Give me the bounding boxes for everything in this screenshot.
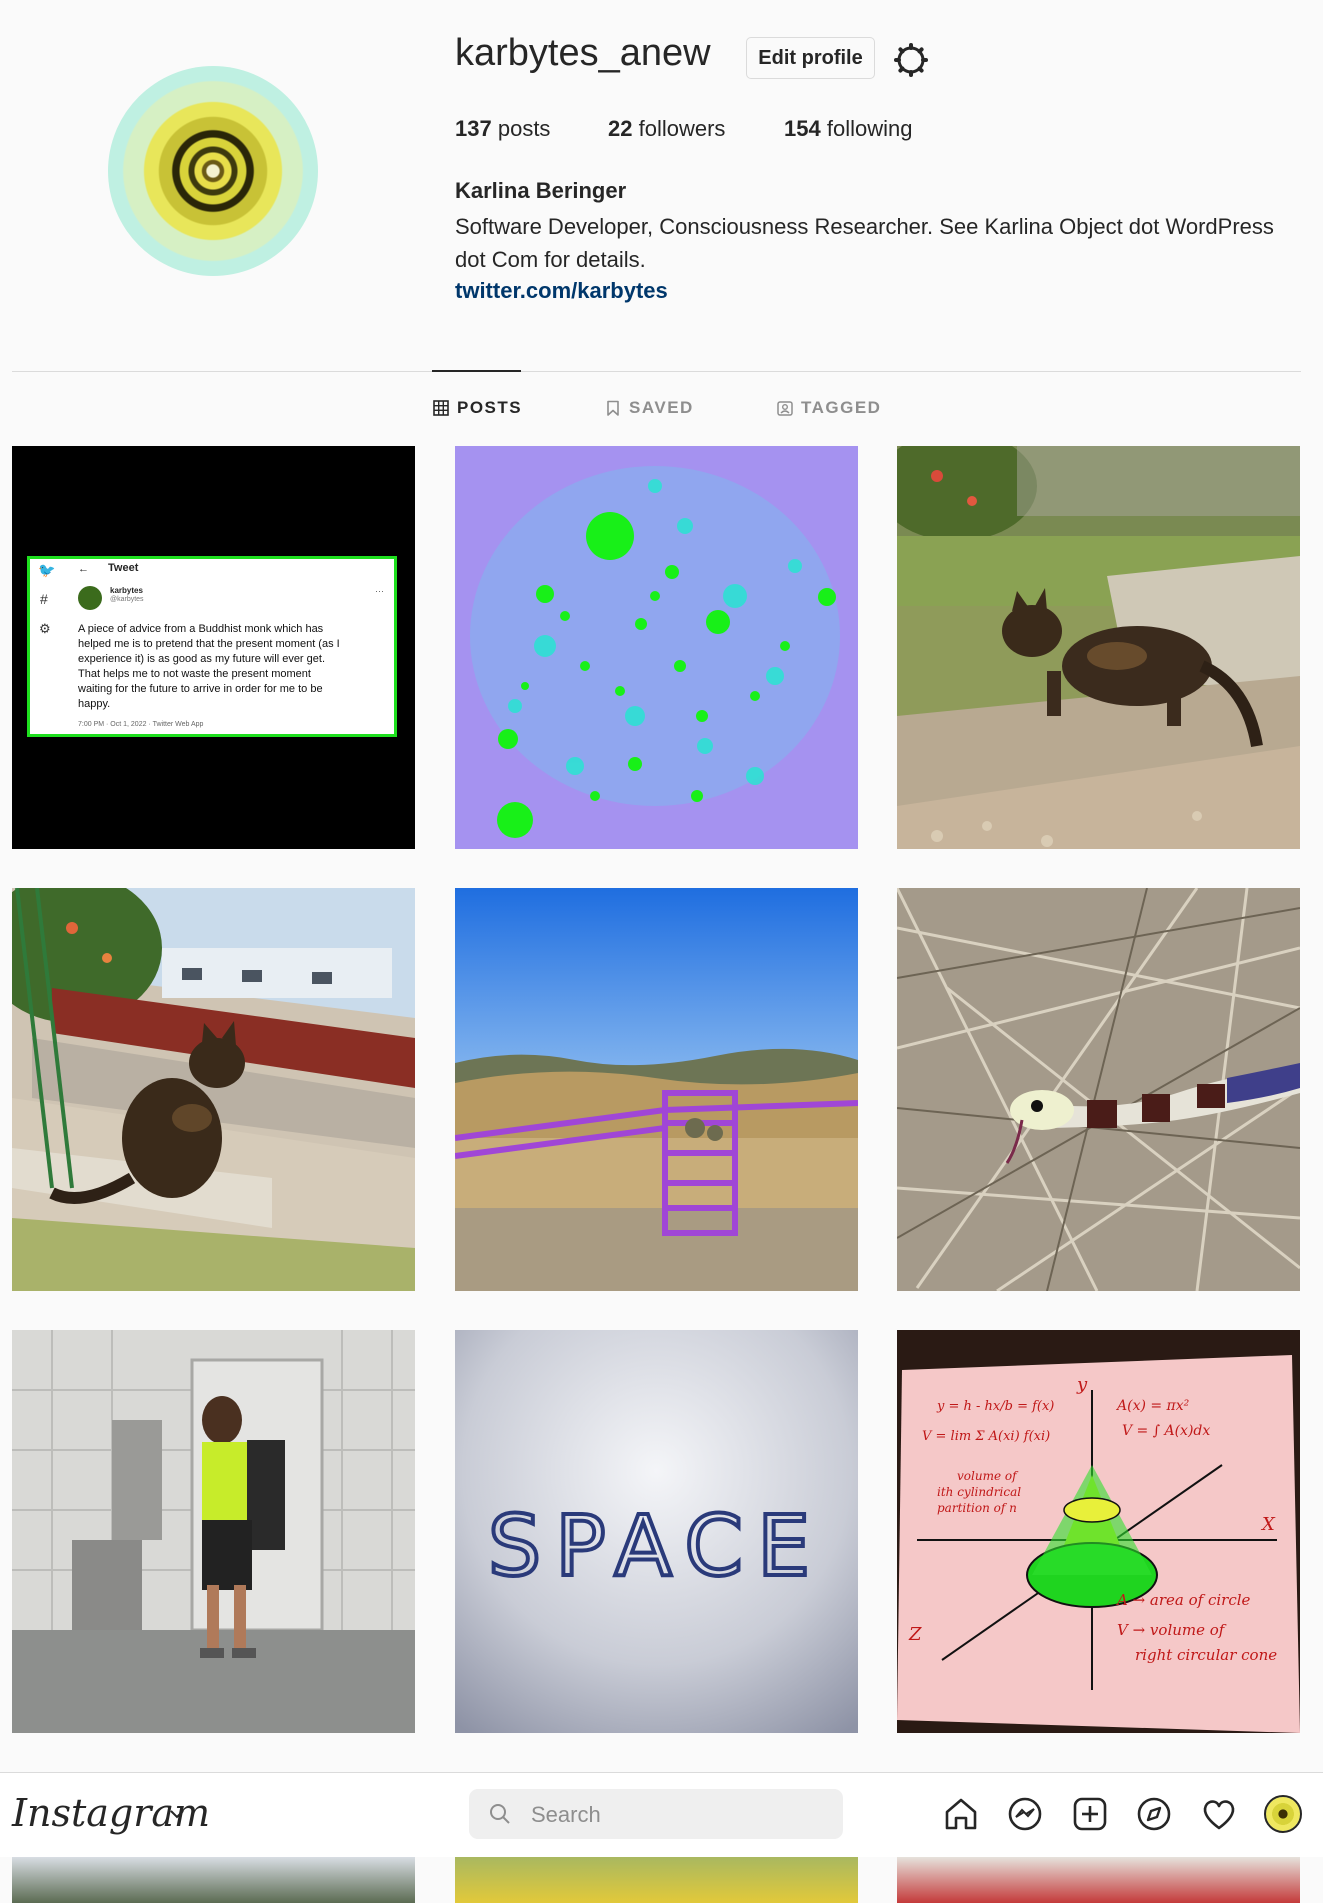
post-math-cone-note[interactable]: y = h - hx/b = f(x) V = lim Σ A(xi) f(xi… bbox=[897, 1330, 1300, 1733]
tab-saved-label: SAVED bbox=[629, 398, 694, 417]
math-line: V = lim Σ A(xi) f(xi) bbox=[922, 1429, 1050, 1444]
back-arrow-icon: ← bbox=[78, 563, 89, 575]
post-cat-garden-1[interactable] bbox=[897, 446, 1300, 849]
messenger-icon[interactable] bbox=[1006, 1795, 1044, 1833]
post-thumbnail-peek[interactable] bbox=[897, 1857, 1300, 1903]
tab-tagged[interactable]: TAGGED bbox=[777, 398, 881, 418]
twitter-bird-icon: 🐦 bbox=[38, 562, 56, 578]
tab-tagged-label: TAGGED bbox=[801, 398, 882, 417]
legend-area: A → area of circle bbox=[1115, 1591, 1251, 1609]
explore-icon[interactable] bbox=[1135, 1795, 1173, 1833]
hashtag-icon: # bbox=[40, 591, 48, 607]
post-snake-straw[interactable] bbox=[897, 888, 1300, 1291]
math-line: ith cylindrical bbox=[937, 1485, 1021, 1499]
profile-full-name: Karlina Beringer bbox=[455, 178, 627, 203]
grid-icon bbox=[433, 400, 449, 416]
math-line: V = ∫ A(x)dx bbox=[1122, 1423, 1210, 1439]
search-icon bbox=[490, 1804, 510, 1824]
edit-profile-button[interactable]: Edit profile bbox=[746, 37, 875, 79]
tweet-meta: 7:00 PM · Oct 1, 2022 · Twitter Web App bbox=[78, 721, 204, 728]
math-line: partition of n bbox=[937, 1501, 1017, 1515]
post-space-word[interactable]: SPACE bbox=[455, 1330, 858, 1733]
tab-saved[interactable]: SAVED bbox=[605, 398, 694, 418]
post-tweet-screenshot[interactable]: 🐦 # ⚙ ← Tweet karbytes @karbytes ··· A p… bbox=[12, 446, 415, 849]
tweet-name: karbytes bbox=[110, 586, 143, 595]
axis-z-label: Z bbox=[908, 1624, 922, 1645]
followers-link[interactable]: 22 followers bbox=[608, 116, 725, 142]
home-icon[interactable] bbox=[942, 1795, 980, 1833]
search-bar[interactable] bbox=[469, 1789, 843, 1839]
post-green-dots-art[interactable] bbox=[455, 446, 858, 849]
profile-avatar-icon[interactable] bbox=[1264, 1795, 1302, 1833]
profile-avatar[interactable] bbox=[108, 66, 318, 276]
math-line: A(x) = πx² bbox=[1115, 1398, 1190, 1414]
post-cat-garden-2[interactable] bbox=[12, 888, 415, 1291]
tab-posts[interactable]: POSTS bbox=[433, 398, 522, 418]
math-line: volume of bbox=[957, 1469, 1019, 1483]
tweet-line: A piece of advice from a Buddhist monk w… bbox=[78, 623, 324, 635]
bookmark-icon bbox=[607, 400, 619, 416]
tab-posts-label: POSTS bbox=[457, 398, 523, 417]
next-row-peek bbox=[0, 1857, 1323, 1903]
settings-gear-icon[interactable] bbox=[893, 42, 929, 78]
space-word-text: SPACE bbox=[488, 1497, 824, 1595]
tweet-card: 🐦 # ⚙ ← Tweet karbytes @karbytes ··· A p… bbox=[27, 556, 397, 737]
tweet-line: waiting for the future to arrive in orde… bbox=[78, 683, 323, 695]
more-dots-icon: ··· bbox=[375, 586, 384, 596]
tweet-text: A piece of advice from a Buddhist monk w… bbox=[78, 622, 388, 712]
tweet-line: helped me is to pretend that the present… bbox=[78, 638, 340, 650]
tweet-avatar bbox=[78, 586, 102, 610]
post-thumbnail-peek[interactable] bbox=[12, 1857, 415, 1903]
axis-x-label: X bbox=[1260, 1514, 1276, 1535]
post-purple-gate-hills[interactable] bbox=[455, 888, 858, 1291]
tweet-line: That helps me to not waste the present m… bbox=[78, 668, 311, 680]
legend-volume-2: right circular cone bbox=[1135, 1646, 1277, 1664]
post-thumbnail-peek[interactable] bbox=[455, 1857, 858, 1903]
new-post-icon[interactable] bbox=[1071, 1795, 1109, 1833]
tweet-line: happy. bbox=[78, 698, 111, 710]
tweet-header: Tweet bbox=[108, 562, 139, 574]
following-link[interactable]: 154 following bbox=[784, 116, 912, 142]
post-hiker-restroom[interactable] bbox=[12, 1330, 415, 1733]
tweet-handle: @karbytes bbox=[110, 596, 144, 603]
chevron-down-icon[interactable] bbox=[168, 1805, 186, 1823]
math-line: y = h - hx/b = f(x) bbox=[936, 1399, 1054, 1414]
activity-heart-icon[interactable] bbox=[1200, 1795, 1238, 1833]
posts-count: 137 posts bbox=[455, 116, 551, 141]
legend-volume-1: V → volume of bbox=[1117, 1621, 1227, 1639]
tag-user-icon bbox=[777, 401, 793, 416]
tabs-divider bbox=[12, 371, 1301, 372]
profile-username: karbytes_anew bbox=[455, 32, 711, 74]
tweet-line: experience it) is as good as my future w… bbox=[78, 653, 326, 665]
profile-external-link[interactable]: twitter.com/karbytes bbox=[455, 278, 668, 304]
profile-bio: Software Developer, Consciousness Resear… bbox=[455, 214, 1274, 272]
active-tab-indicator bbox=[432, 370, 521, 372]
search-input[interactable] bbox=[529, 1797, 833, 1833]
axis-y-label: y bbox=[1076, 1374, 1088, 1395]
settings-small-icon: ⚙ bbox=[39, 621, 51, 636]
